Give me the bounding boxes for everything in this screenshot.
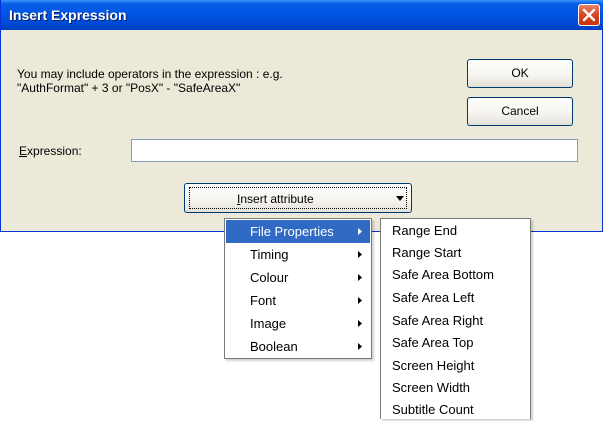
submenu-item-screen-height[interactable]: Screen Height: [382, 354, 529, 377]
ok-button[interactable]: OK: [467, 59, 573, 88]
submenu-arrow-icon: [358, 320, 362, 327]
title-bar[interactable]: Insert Expression: [1, 0, 603, 30]
menu-item-timing[interactable]: Timing: [226, 243, 370, 266]
submenu-arrow-icon: [358, 228, 362, 235]
close-icon: [582, 8, 596, 22]
insert-attribute-label-text: nsert attribute: [240, 192, 314, 206]
submenu-item-label: Range End: [392, 223, 458, 238]
insert-expression-dialog: Insert Expression You may include operat…: [0, 0, 603, 232]
submenu-item-subtitle-count[interactable]: Subtitle Count: [382, 398, 529, 421]
expression-input[interactable]: [131, 139, 578, 162]
submenu-item-screen-width[interactable]: Screen Width: [382, 376, 529, 399]
submenu-item-label: Screen Height: [392, 358, 475, 373]
insert-attribute-label: Insert attribute: [237, 192, 314, 206]
submenu-item-label: Range Start: [392, 245, 462, 260]
menu-item-label: File Properties: [250, 224, 334, 239]
submenu-item-label: Safe Area Bottom: [392, 267, 494, 282]
dropdown-arrow-icon: [396, 196, 404, 201]
insert-attribute-dropdown[interactable]: Insert attribute: [184, 183, 412, 213]
attribute-category-menu: File Properties Timing Colour Font Image…: [224, 218, 372, 359]
file-properties-submenu: Range End Range Start Safe Area Bottom S…: [380, 218, 531, 419]
submenu-item-label: Safe Area Top: [392, 335, 474, 350]
menu-item-font[interactable]: Font: [226, 289, 370, 312]
window-title: Insert Expression: [9, 7, 127, 23]
menu-item-label: Font: [250, 293, 277, 308]
submenu-item-label: Safe Area Left: [392, 290, 475, 305]
cancel-button[interactable]: Cancel: [467, 97, 573, 126]
menu-item-label: Colour: [250, 270, 289, 285]
expression-label-mnemonic: E: [19, 144, 28, 158]
submenu-item-safe-area-bottom[interactable]: Safe Area Bottom: [382, 263, 529, 286]
submenu-item-safe-area-left[interactable]: Safe Area Left: [382, 286, 529, 309]
instruction-text: You may include operators in the express…: [17, 67, 283, 95]
menu-item-label: Timing: [250, 247, 289, 262]
submenu-arrow-icon: [358, 343, 362, 350]
menu-item-colour[interactable]: Colour: [226, 266, 370, 289]
expression-label-text: xpression:: [27, 144, 82, 158]
submenu-item-safe-area-right[interactable]: Safe Area Right: [382, 309, 529, 332]
submenu-item-range-end[interactable]: Range End: [382, 219, 529, 242]
submenu-item-range-start[interactable]: Range Start: [382, 241, 529, 264]
submenu-arrow-icon: [358, 251, 362, 258]
menu-item-boolean[interactable]: Boolean: [226, 335, 370, 358]
submenu-item-label: Safe Area Right: [392, 313, 484, 328]
close-button[interactable]: [578, 4, 600, 26]
menu-item-label: Boolean: [250, 339, 298, 354]
submenu-arrow-icon: [358, 274, 362, 281]
submenu-item-label: Subtitle Count: [392, 402, 474, 417]
menu-item-label: Image: [250, 316, 287, 331]
submenu-arrow-icon: [358, 297, 362, 304]
expression-label: Expression:: [19, 144, 82, 158]
submenu-item-safe-area-top[interactable]: Safe Area Top: [382, 331, 529, 354]
submenu-item-label: Screen Width: [392, 380, 471, 395]
menu-item-image[interactable]: Image: [226, 312, 370, 335]
menu-item-file-properties[interactable]: File Properties: [226, 220, 370, 243]
